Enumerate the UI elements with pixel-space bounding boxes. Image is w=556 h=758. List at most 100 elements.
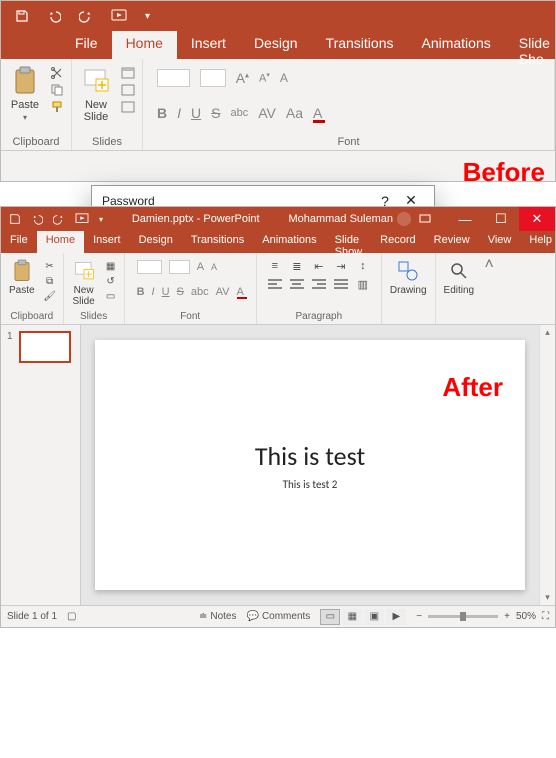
text-shadow-button[interactable]: abc xyxy=(191,286,209,298)
italic-button[interactable]: I xyxy=(152,286,155,298)
bold-button[interactable]: B xyxy=(157,105,167,121)
minimize-icon[interactable]: — xyxy=(447,207,483,231)
line-spacing-icon[interactable]: ↕ xyxy=(355,259,371,273)
tab-animations[interactable]: Animations xyxy=(253,231,325,253)
tab-transitions[interactable]: Transitions xyxy=(312,31,408,59)
slide-counter[interactable]: Slide 1 of 1 xyxy=(7,611,57,622)
char-spacing-button[interactable]: AV xyxy=(258,105,276,121)
normal-view-icon[interactable]: ▭ xyxy=(320,609,340,625)
tab-design[interactable]: Design xyxy=(240,31,312,59)
redo-icon[interactable] xyxy=(53,213,65,225)
vertical-scrollbar[interactable]: ▴ ▾ xyxy=(539,325,555,605)
change-case-button[interactable]: Aa xyxy=(286,105,303,121)
start-from-beginning-icon[interactable] xyxy=(75,213,89,225)
drawing-button[interactable]: Drawing xyxy=(388,257,429,298)
columns-icon[interactable]: ▥ xyxy=(355,277,371,291)
text-shadow-button[interactable]: abc xyxy=(230,107,248,119)
font-family-combo[interactable] xyxy=(137,260,162,274)
align-left-icon[interactable] xyxy=(267,277,283,291)
tab-insert[interactable]: Insert xyxy=(177,31,240,59)
grow-font-icon[interactable]: A xyxy=(197,261,204,273)
slide-subtitle[interactable]: This is test 2 xyxy=(283,478,338,491)
editing-button[interactable]: Editing xyxy=(442,257,477,298)
slide-title[interactable]: This is test xyxy=(255,440,365,472)
tab-slideshow[interactable]: Slide Show xyxy=(326,231,372,253)
slideshow-view-icon[interactable]: ▶ xyxy=(386,609,406,625)
paste-button[interactable]: Paste xyxy=(7,257,37,298)
tab-review[interactable]: Review xyxy=(425,231,479,253)
underline-button[interactable]: U xyxy=(191,105,201,121)
underline-button[interactable]: U xyxy=(162,286,170,298)
paste-button[interactable]: Paste ▾ xyxy=(7,63,43,124)
close-icon[interactable]: ✕ xyxy=(519,207,555,231)
font-color-button[interactable]: A xyxy=(313,105,322,121)
redo-icon[interactable] xyxy=(79,9,93,23)
font-family-combo[interactable] xyxy=(157,69,190,87)
reading-view-icon[interactable]: ▣ xyxy=(364,609,384,625)
start-from-beginning-icon[interactable] xyxy=(111,9,127,23)
char-spacing-button[interactable]: AV xyxy=(216,286,230,298)
font-color-button[interactable]: A xyxy=(237,286,244,298)
layout-icon[interactable] xyxy=(120,66,136,80)
indent-decrease-icon[interactable]: ⇤ xyxy=(311,259,327,273)
reset-icon[interactable]: ↺ xyxy=(104,275,118,287)
tab-home[interactable]: Home xyxy=(37,231,84,253)
scroll-down-icon[interactable]: ▾ xyxy=(545,592,550,603)
tab-transitions[interactable]: Transitions xyxy=(182,231,253,253)
spell-check-icon[interactable]: ▢ xyxy=(67,611,76,622)
maximize-icon[interactable]: ☐ xyxy=(483,207,519,231)
font-size-combo[interactable] xyxy=(169,260,190,274)
slide-thumbnail[interactable] xyxy=(19,331,71,363)
slide-sorter-view-icon[interactable]: ▦ xyxy=(342,609,362,625)
numbering-icon[interactable]: ≣ xyxy=(289,259,305,273)
shrink-font-icon[interactable]: A▾ xyxy=(259,71,270,85)
scroll-up-icon[interactable]: ▴ xyxy=(545,327,550,338)
format-painter-icon[interactable]: 🖌 xyxy=(43,290,57,302)
section-icon[interactable] xyxy=(120,100,136,114)
tab-home[interactable]: Home xyxy=(112,31,177,59)
zoom-in-icon[interactable]: + xyxy=(504,611,510,622)
format-painter-icon[interactable] xyxy=(49,100,65,114)
fit-to-window-icon[interactable]: ⛶ xyxy=(542,611,549,622)
strike-button[interactable]: S xyxy=(211,105,220,121)
font-size-combo[interactable] xyxy=(200,69,225,87)
tab-insert[interactable]: Insert xyxy=(84,231,130,253)
qat-customize-icon[interactable]: ▾ xyxy=(145,11,150,22)
save-icon[interactable] xyxy=(15,9,29,23)
tab-animations[interactable]: Animations xyxy=(407,31,504,59)
save-icon[interactable] xyxy=(9,213,21,225)
reset-icon[interactable] xyxy=(120,83,136,97)
tab-record[interactable]: Record xyxy=(371,231,424,253)
bold-button[interactable]: B xyxy=(137,286,145,298)
tab-design[interactable]: Design xyxy=(130,231,182,253)
section-icon[interactable]: ▭ xyxy=(104,290,118,302)
copy-icon[interactable] xyxy=(49,83,65,97)
tab-file[interactable]: File xyxy=(61,31,112,59)
comments-button[interactable]: 💬Comments xyxy=(246,611,310,622)
indent-increase-icon[interactable]: ⇥ xyxy=(333,259,349,273)
grow-font-icon[interactable]: A▴ xyxy=(236,70,249,86)
justify-icon[interactable] xyxy=(333,277,349,291)
tab-slideshow[interactable]: Slide Sho xyxy=(505,31,556,59)
tab-view[interactable]: View xyxy=(479,231,521,253)
copy-icon[interactable]: ⧉ xyxy=(43,275,57,287)
slide-canvas[interactable]: After This is test This is test 2 xyxy=(81,325,539,605)
align-right-icon[interactable] xyxy=(311,277,327,291)
undo-icon[interactable] xyxy=(31,213,43,225)
new-slide-button[interactable]: New Slide xyxy=(70,257,98,309)
new-slide-button[interactable]: New Slide xyxy=(78,63,114,125)
cut-icon[interactable]: ✂ xyxy=(43,260,57,272)
slide-thumbnails-pane[interactable]: 1 xyxy=(1,325,81,605)
clear-formatting-icon[interactable]: A xyxy=(280,71,288,85)
signed-in-user[interactable]: Mohammad Suleman xyxy=(280,212,419,226)
tab-help[interactable]: Help xyxy=(520,231,556,253)
undo-icon[interactable] xyxy=(47,9,61,23)
collapse-ribbon-icon[interactable]: ˄ xyxy=(482,253,496,324)
cut-icon[interactable] xyxy=(49,66,65,80)
qat-customize-icon[interactable]: ▾ xyxy=(99,215,103,224)
zoom-out-icon[interactable]: − xyxy=(416,611,422,622)
zoom-percent[interactable]: 50% xyxy=(516,611,536,622)
bullets-icon[interactable]: ≡ xyxy=(267,259,283,273)
zoom-slider[interactable] xyxy=(428,615,498,618)
shrink-font-icon[interactable]: A xyxy=(211,262,217,272)
